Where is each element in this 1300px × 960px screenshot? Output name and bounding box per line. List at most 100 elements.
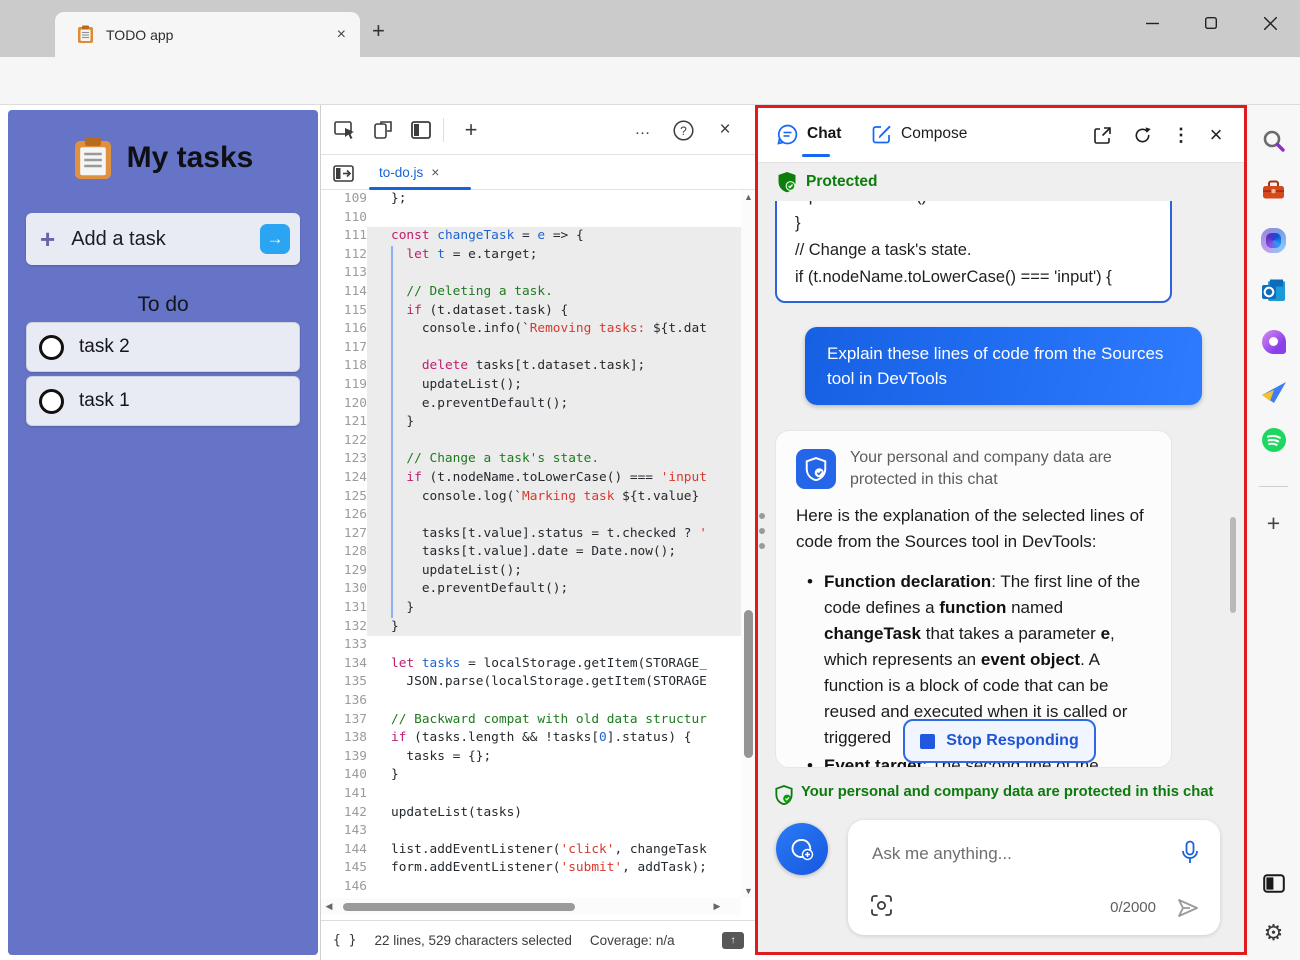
code-line-117: 117 [321,339,741,358]
code-line-133: 133 [321,636,741,655]
code-line-139: 139 tasks = {}; [321,748,741,767]
outlook-icon[interactable] [1260,277,1287,304]
answer-intro: Here is the explanation of the selected … [796,503,1152,555]
stop-square-icon [920,734,935,749]
tab-compose[interactable]: Compose [872,105,967,163]
open-in-window-button[interactable] [1089,122,1115,148]
tab-close-icon[interactable]: × [337,26,346,44]
scroll-up-icon[interactable]: ▲ [741,192,756,202]
todo-section-title: To do [8,293,318,317]
code-line-141: 141 [321,785,741,804]
edge-sidebar-rail: + ⚙ [1247,105,1300,960]
add-sidebar-app-icon[interactable]: + [1260,510,1287,537]
code-line-121: 121 } [321,413,741,432]
new-tab-button[interactable]: + [372,20,385,42]
navigator-toggle-button[interactable] [331,161,355,185]
pretty-print-icon[interactable]: ↑ [722,932,744,949]
browser-tab[interactable]: TODO app × [55,12,360,57]
file-tab-to-do-js[interactable]: to-do.js × [369,155,449,189]
horizontal-scrollbar-thumb[interactable] [343,903,575,911]
microsoft-365-icon[interactable] [1260,227,1287,254]
screenshot-icon[interactable] [870,894,893,917]
inspect-cursor-icon [334,120,356,140]
new-topic-button[interactable] [776,823,828,875]
device-emulation-button[interactable] [371,118,395,142]
devtools-more-button[interactable]: … [631,118,655,142]
code-line-126: 126 [321,506,741,525]
code-line-131: 131 } [321,599,741,618]
devtools-toolbar: + … ? × [321,105,756,155]
task-item[interactable]: task 2 [26,322,300,372]
vertical-scrollbar-thumb[interactable] [744,610,753,758]
code-line-138: 138if (tasks.length && !tasks[0].status)… [321,729,741,748]
designer-icon[interactable] [1260,328,1287,355]
devtools-close-button[interactable]: × [713,118,737,142]
sidebar-toggle-icon[interactable] [1260,870,1287,897]
ask-input[interactable] [872,844,1142,864]
scroll-right-icon[interactable]: ▶ [709,901,725,912]
code-editor[interactable]: 109};110111const changeTask = e => {112 … [321,190,741,898]
task-item[interactable]: task 1 [26,376,300,426]
copilot-sidebar: Chat Compose ⋮ × e.preventDefault()}// C… [755,105,1247,955]
quoted-code-line: if (t.nodeName.toLowerCase() === 'input'… [795,264,1152,291]
sidebar-resize-handle[interactable] [759,513,767,549]
new-chat-icon [789,836,815,862]
code-line-113: 113 [321,264,741,283]
clipboard-icon [73,136,113,180]
spotify-icon[interactable] [1260,426,1287,453]
drop-icon[interactable] [1260,379,1287,406]
add-task-submit-button[interactable]: → [260,224,290,254]
quoted-code-line: // Change a task's state. [795,237,1152,264]
chat-scrollbar-thumb[interactable] [1230,517,1236,613]
close-sidebar-button[interactable]: × [1203,122,1229,148]
todo-header: My tasks [8,136,318,180]
chat-more-button[interactable]: ⋮ [1168,122,1194,148]
copilot-header: Chat Compose ⋮ × [755,105,1247,163]
coverage-status: Coverage: n/a [590,933,675,948]
user-message-bubble: Explain these lines of code from the Sou… [805,327,1202,405]
protected-shield-icon [777,171,797,193]
window-close-button[interactable] [1255,10,1285,36]
microphone-icon[interactable] [1180,840,1200,866]
search-icon[interactable] [1260,127,1287,154]
code-line-119: 119 updateList(); [321,376,741,395]
tab-bar: TODO app × + [0,0,1300,57]
todo-panel: My tasks + Add a task → To do task 2 tas… [8,110,318,955]
send-icon[interactable] [1176,896,1200,920]
code-line-120: 120 e.preventDefault(); [321,395,741,414]
horizontal-scrollbar[interactable]: ◀ ▶ [321,898,741,915]
code-line-136: 136 [321,692,741,711]
refresh-chat-button[interactable] [1129,122,1155,148]
window-minimize-button[interactable] [1137,10,1167,36]
scroll-down-icon[interactable]: ▼ [741,886,756,896]
tab-title: TODO app [106,27,337,43]
settings-gear-icon[interactable]: ⚙ [1260,919,1287,946]
scroll-left-icon[interactable]: ◀ [321,901,337,912]
code-line-118: 118 delete tasks[t.dataset.task]; [321,357,741,376]
devtools-status-bar: { } 22 lines, 529 characters selected Co… [321,920,756,960]
add-task-label: Add a task [71,228,260,251]
devtools-new-tab-button[interactable]: + [459,118,483,142]
code-line-142: 142updateList(tasks) [321,804,741,823]
toolbox-icon[interactable] [1260,176,1287,203]
dock-side-button[interactable] [409,118,433,142]
vertical-scrollbar[interactable]: ▲ ▼ [741,190,756,898]
maximize-icon [1205,17,1217,29]
code-line-146: 146 [321,878,741,897]
assistant-response-card: Your personal and company data are prote… [775,430,1172,768]
task-checkbox[interactable] [39,335,64,360]
chat-input-card[interactable]: 0/2000 [848,820,1220,935]
format-code-button[interactable]: { } [333,933,356,948]
task-checkbox[interactable] [39,389,64,414]
compose-tab-label: Compose [901,125,967,143]
code-line-134: 134let tasks = localStorage.getItem(STOR… [321,655,741,674]
shield-check-icon [805,457,827,481]
add-task-input[interactable]: + Add a task → [26,213,300,265]
window-maximize-button[interactable] [1196,10,1226,36]
stop-responding-button[interactable]: Stop Responding [903,719,1096,763]
devtools-tab-strip: to-do.js × [321,155,756,190]
inspect-element-button[interactable] [333,118,357,142]
panel-arrow-icon [333,165,354,182]
devtools-help-button[interactable]: ? [671,118,695,142]
file-tab-close-icon[interactable]: × [431,164,439,180]
